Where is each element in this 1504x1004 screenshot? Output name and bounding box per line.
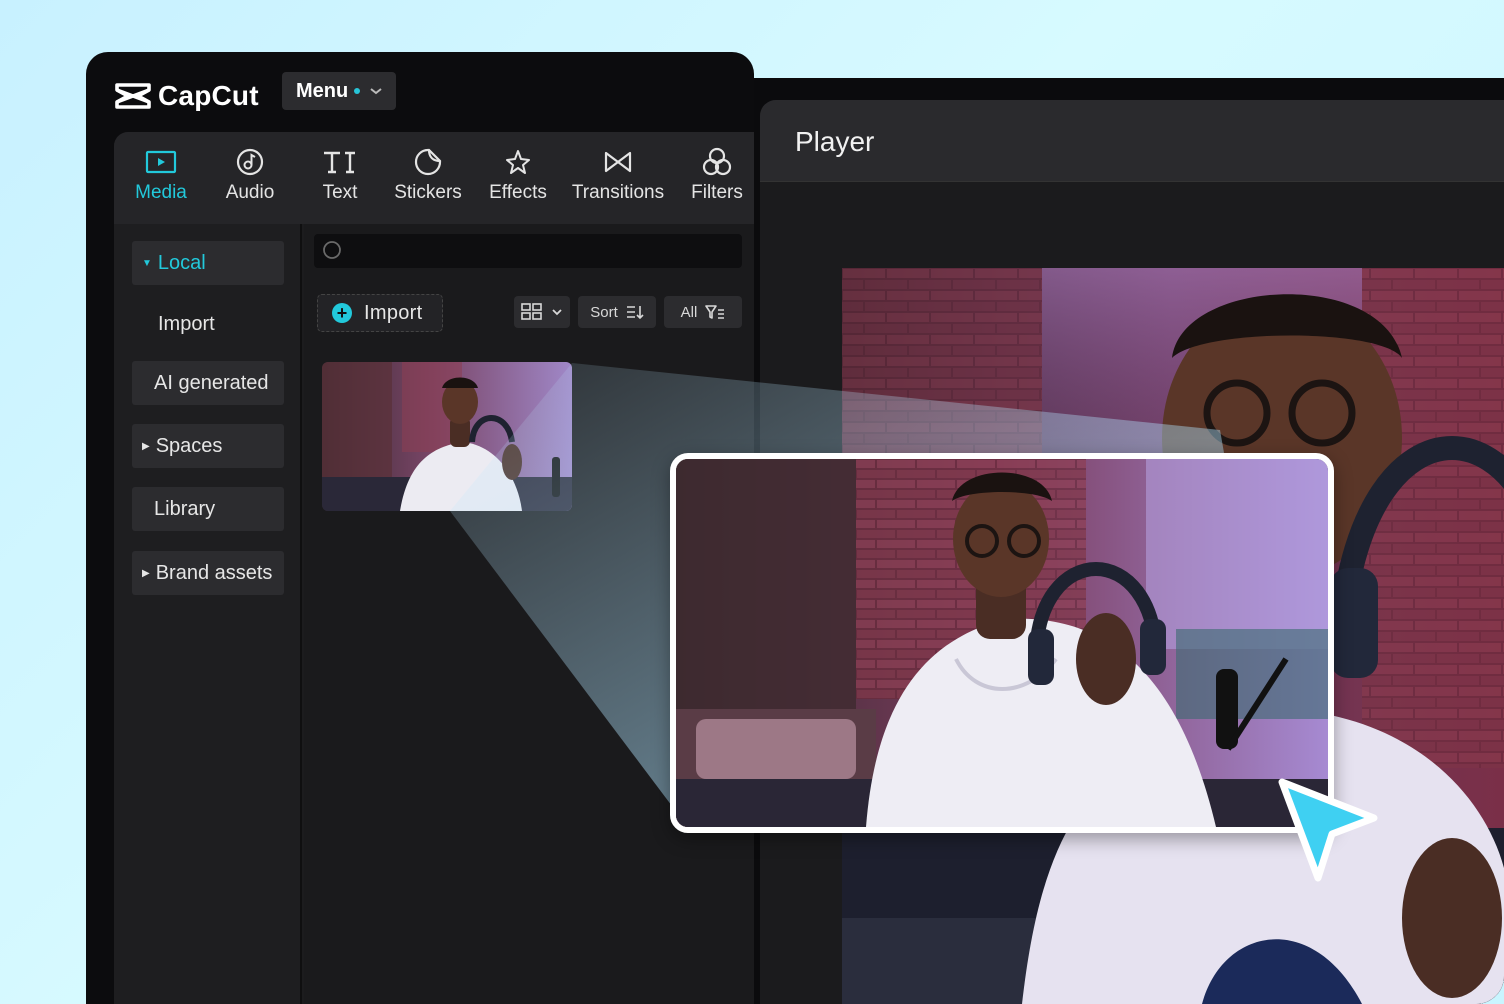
pointer-cursor-icon [1278,778,1378,882]
zoomed-preview-card [670,453,1334,833]
canvas: Player CapCut Menu Media Audio Text Stic… [0,0,1504,1004]
